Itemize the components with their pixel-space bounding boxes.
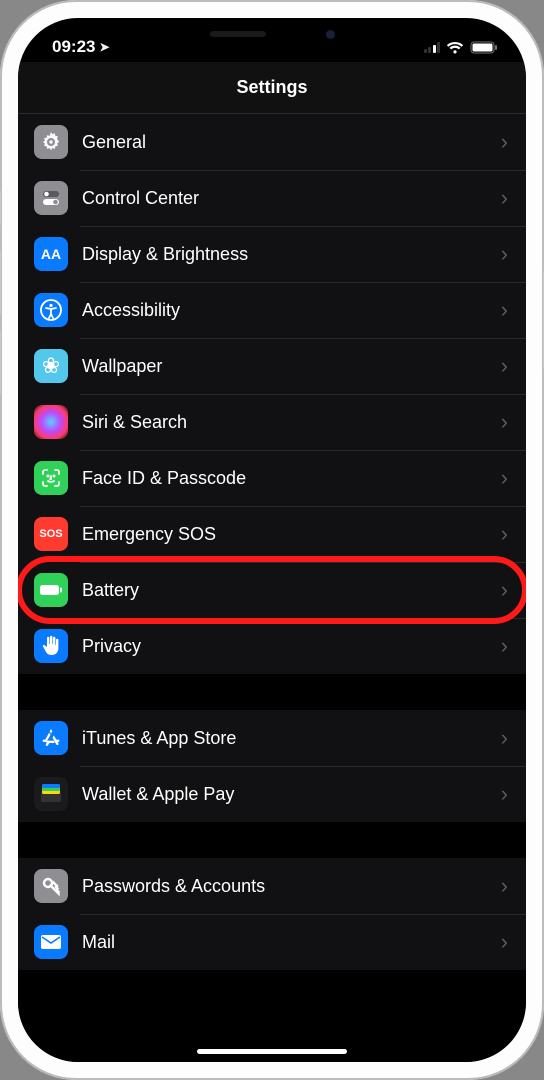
settings-row-accessibility[interactable]: Accessibility› — [18, 282, 526, 338]
settings-row-itunes[interactable]: iTunes & App Store› — [18, 710, 526, 766]
chevron-right-icon: › — [501, 633, 508, 659]
chevron-right-icon: › — [501, 725, 508, 751]
chevron-right-icon: › — [501, 353, 508, 379]
nav-bar: Settings — [18, 62, 526, 114]
settings-row-sos[interactable]: SOS Emergency SOS› — [18, 506, 526, 562]
chevron-right-icon: › — [501, 577, 508, 603]
settings-row-wallet[interactable]: Wallet & Apple Pay› — [18, 766, 526, 822]
chevron-right-icon: › — [501, 129, 508, 155]
settings-row-siri[interactable]: Siri & Search› — [18, 394, 526, 450]
gear-icon — [34, 125, 68, 159]
chevron-right-icon: › — [501, 241, 508, 267]
row-label: Display & Brightness — [82, 244, 501, 265]
text-size-icon: AA — [34, 237, 68, 271]
chevron-right-icon: › — [501, 521, 508, 547]
row-label: Passwords & Accounts — [82, 876, 501, 897]
settings-row-wallpaper[interactable]: ❀ Wallpaper› — [18, 338, 526, 394]
battery-status-icon — [470, 41, 498, 54]
mail-icon — [34, 925, 68, 959]
siri-icon — [34, 405, 68, 439]
page-title: Settings — [236, 77, 307, 98]
settings-row-general[interactable]: General› — [18, 114, 526, 170]
wallet-icon — [34, 777, 68, 811]
key-icon — [34, 869, 68, 903]
settings-row-display[interactable]: AA Display & Brightness› — [18, 226, 526, 282]
row-label: Face ID & Passcode — [82, 468, 501, 489]
notch — [162, 18, 382, 50]
row-label: Emergency SOS — [82, 524, 501, 545]
chevron-right-icon: › — [501, 929, 508, 955]
volume-up — [0, 250, 1, 316]
chevron-right-icon: › — [501, 465, 508, 491]
faceid-icon — [34, 461, 68, 495]
home-indicator[interactable] — [197, 1049, 347, 1054]
chevron-right-icon: › — [501, 781, 508, 807]
battery-icon — [34, 573, 68, 607]
settings-row-control[interactable]: Control Center› — [18, 170, 526, 226]
row-label: Wallet & Apple Pay — [82, 784, 501, 805]
front-camera — [326, 30, 335, 39]
status-time: 09:23 — [52, 37, 95, 57]
sos-icon: SOS — [34, 517, 68, 551]
settings-row-battery[interactable]: Battery› — [18, 562, 526, 618]
settings-row-faceid[interactable]: Face ID & Passcode› — [18, 450, 526, 506]
row-label: Control Center — [82, 188, 501, 209]
hand-icon — [34, 629, 68, 663]
row-label: Privacy — [82, 636, 501, 657]
settings-group: iTunes & App Store›Wallet & Apple Pay› — [18, 710, 526, 822]
chevron-right-icon: › — [501, 873, 508, 899]
volume-down — [0, 330, 1, 396]
row-label: Accessibility — [82, 300, 501, 321]
settings-group: General›Control Center›AADisplay & Brigh… — [18, 114, 526, 674]
chevron-right-icon: › — [501, 185, 508, 211]
chevron-right-icon: › — [501, 409, 508, 435]
accessibility-icon — [34, 293, 68, 327]
cellular-icon — [424, 41, 441, 53]
location-icon: ➤ — [99, 40, 109, 54]
chevron-right-icon: › — [501, 297, 508, 323]
speaker-grille — [210, 31, 266, 37]
row-label: Mail — [82, 932, 501, 953]
screen: 09:23 ➤ Settings General›Control Center›… — [18, 18, 526, 1062]
row-label: General — [82, 132, 501, 153]
device-frame: 09:23 ➤ Settings General›Control Center›… — [0, 0, 544, 1080]
settings-row-privacy[interactable]: Privacy› — [18, 618, 526, 674]
settings-group: Passwords & Accounts›Mail› — [18, 858, 526, 970]
row-label: iTunes & App Store — [82, 728, 501, 749]
row-label: Wallpaper — [82, 356, 501, 377]
settings-row-passwords[interactable]: Passwords & Accounts› — [18, 858, 526, 914]
settings-list[interactable]: General›Control Center›AADisplay & Brigh… — [18, 114, 526, 1062]
appstore-icon — [34, 721, 68, 755]
switches-icon — [34, 181, 68, 215]
flower-icon: ❀ — [34, 349, 68, 383]
settings-row-mail[interactable]: Mail› — [18, 914, 526, 970]
row-label: Battery — [82, 580, 501, 601]
mute-switch — [0, 190, 1, 226]
wifi-icon — [446, 41, 464, 54]
row-label: Siri & Search — [82, 412, 501, 433]
